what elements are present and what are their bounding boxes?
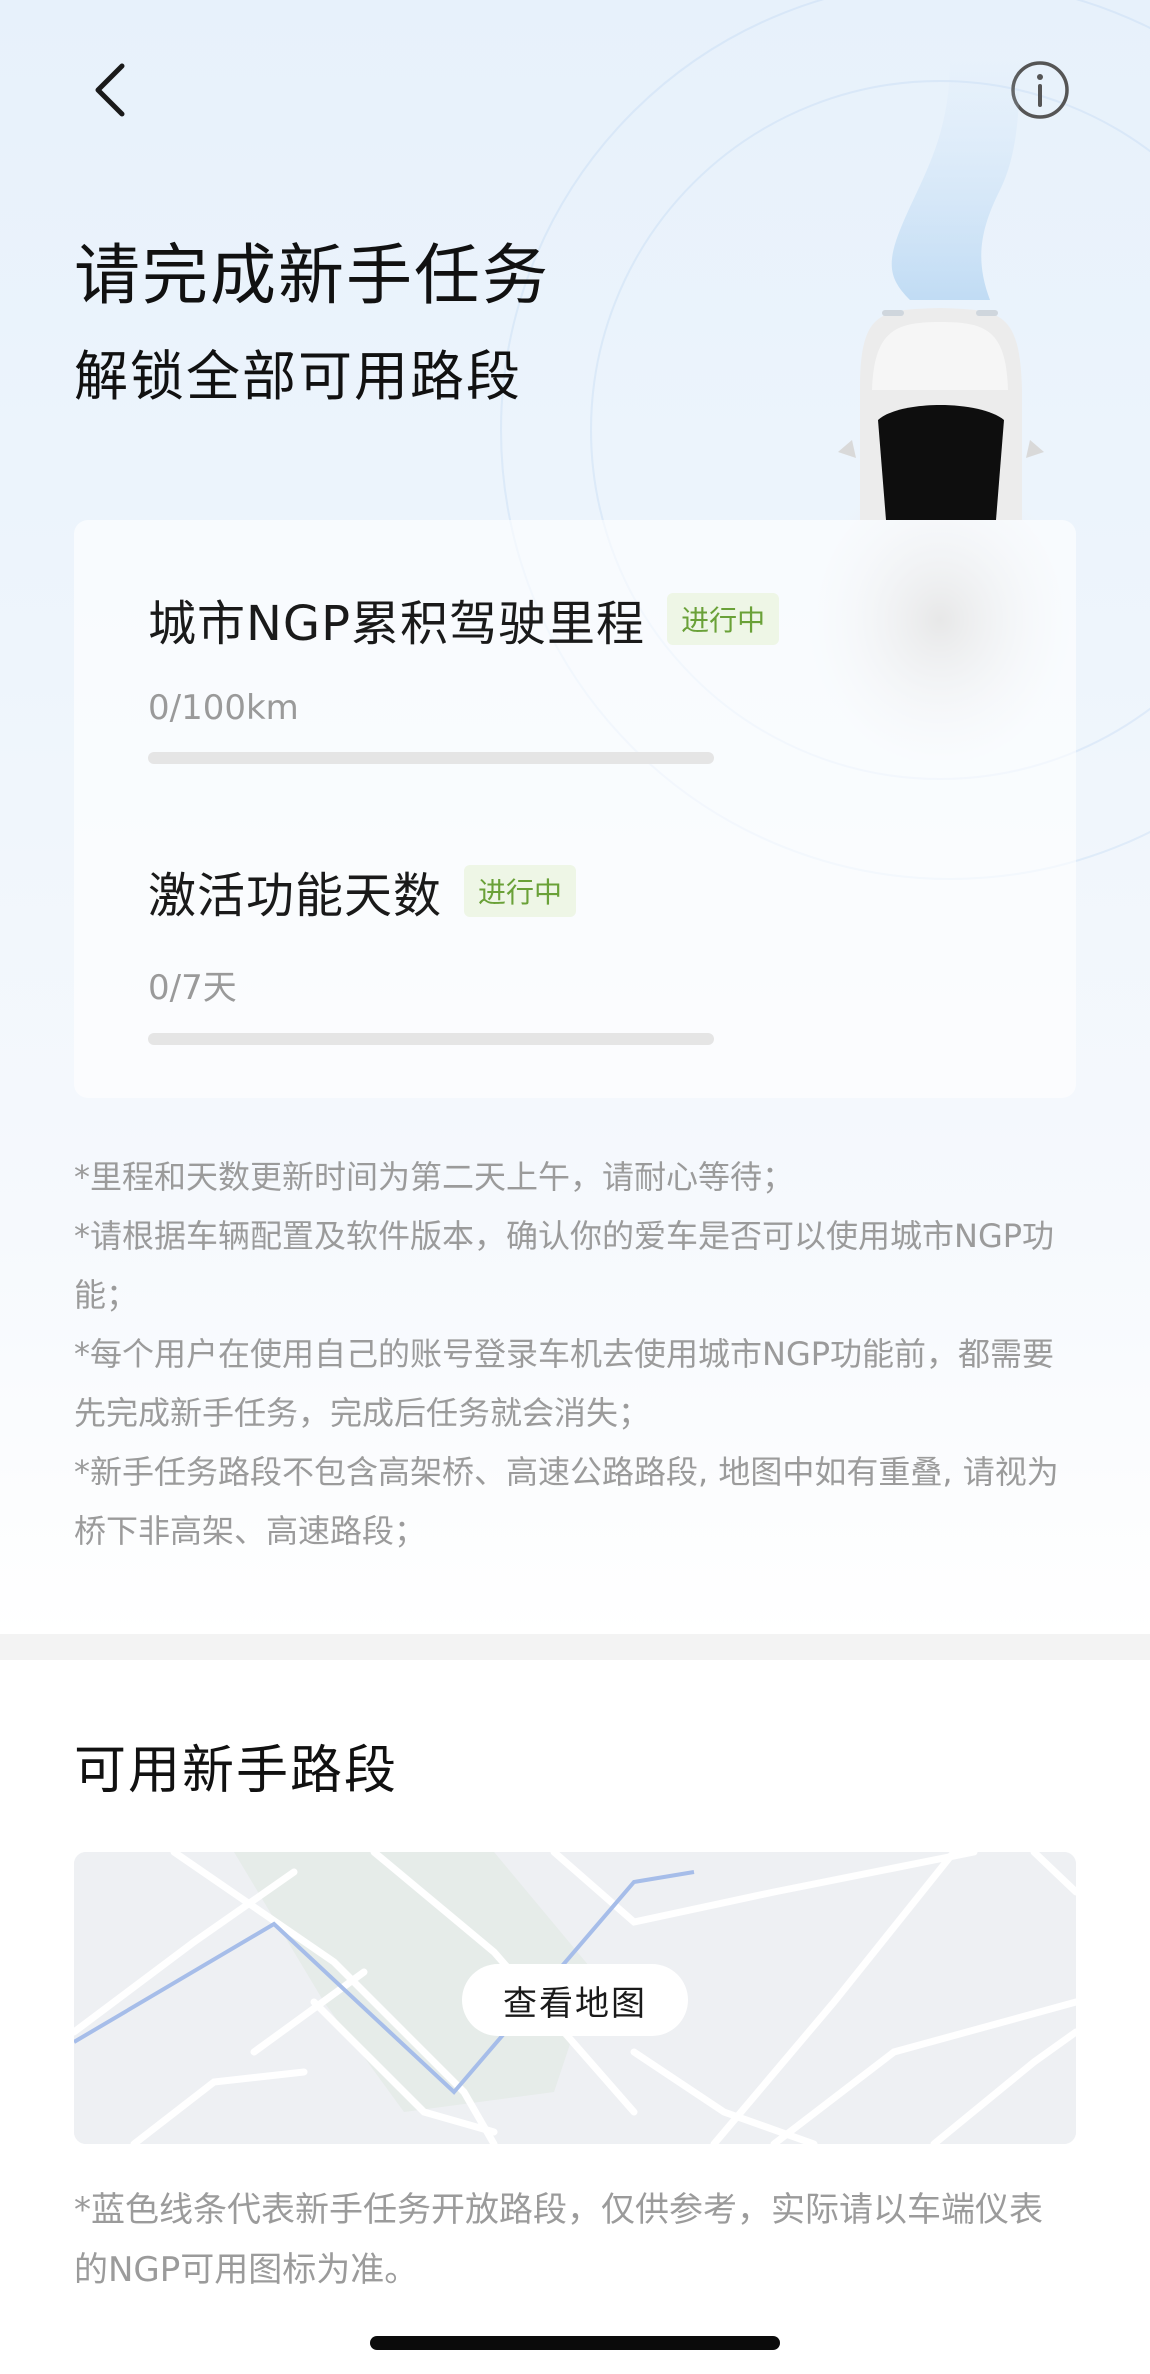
section-divider bbox=[0, 1634, 1150, 1660]
task-title: 激活功能天数 bbox=[148, 868, 443, 924]
progress-bar bbox=[148, 1033, 714, 1045]
task-item-mileage: 城市NGP累积驾驶里程 进行中 0/100km bbox=[148, 584, 780, 764]
note-item: *请根据车辆配置及软件版本，确认你的爱车是否可以使用城市NGP功能； bbox=[74, 1217, 1055, 1314]
view-map-button[interactable]: 查看地图 bbox=[462, 1964, 688, 2036]
notes: *里程和天数更新时间为第二天上午，请耐心等待； *请根据车辆配置及软件版本，确认… bbox=[74, 1148, 1076, 1561]
progress-bar bbox=[148, 752, 714, 764]
progress-text: 0/100km bbox=[148, 688, 299, 728]
note-item: *里程和天数更新时间为第二天上午，请耐心等待； bbox=[74, 1158, 795, 1196]
note-item: *每个用户在使用自己的账号登录车机去使用城市NGP功能前，都需要先完成新手任务，… bbox=[74, 1335, 1055, 1432]
chevron-left-icon bbox=[95, 63, 125, 117]
map-footnote: *蓝色线条代表新手任务开放路段，仅供参考，实际请以车端仪表的NGP可用图标为准。 bbox=[74, 2190, 1043, 2290]
page-title: 请完成新手任务 bbox=[74, 237, 550, 314]
section-title: 可用新手路段 bbox=[74, 1741, 399, 1801]
status-badge: 进行中 bbox=[667, 593, 780, 645]
page-subtitle: 解锁全部可用路段 bbox=[74, 345, 522, 408]
home-indicator[interactable] bbox=[370, 2336, 780, 2350]
progress-text: 0/7天 bbox=[148, 968, 237, 1008]
back-button[interactable] bbox=[70, 50, 150, 130]
task-card: 城市NGP累积驾驶里程 进行中 0/100km 激活功能天数 进行中 0/7天 bbox=[74, 520, 1076, 1098]
task-title: 城市NGP累积驾驶里程 bbox=[148, 596, 646, 652]
status-badge: 进行中 bbox=[464, 865, 577, 917]
note-item: *新手任务路段不包含高架桥、高速公路路段, 地图中如有重叠, 请视为桥下非高架、… bbox=[74, 1453, 1059, 1550]
task-item-days: 激活功能天数 进行中 0/7天 bbox=[148, 856, 714, 1045]
page: 请完成新手任务 解锁全部可用路段 城市NGP累积驾驶里程 进行中 0/100km… bbox=[0, 0, 1150, 2374]
